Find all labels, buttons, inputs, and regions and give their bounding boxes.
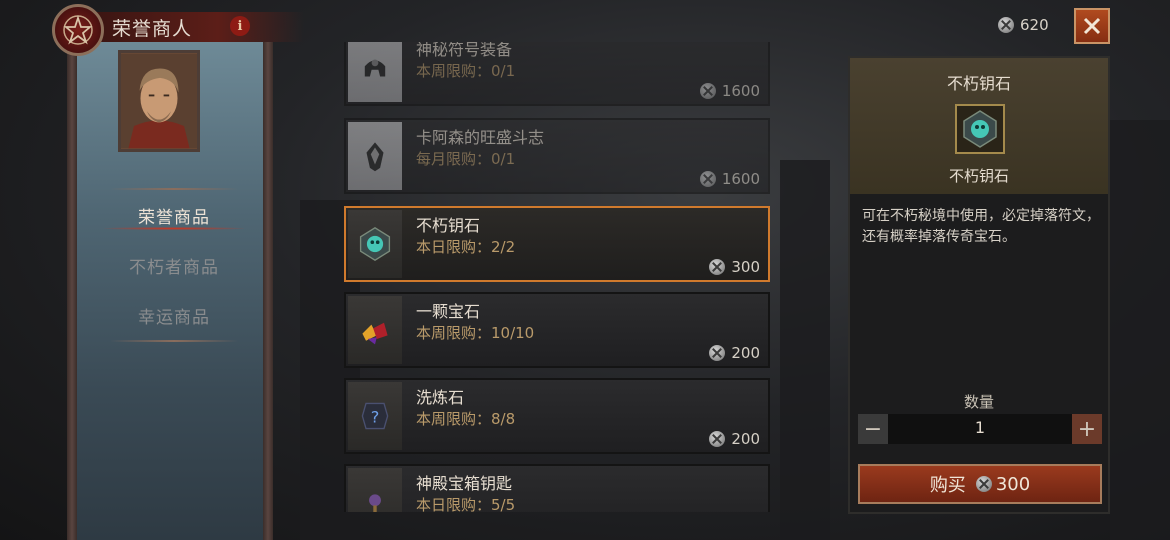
- merchant-portrait: [118, 50, 200, 152]
- list-item[interactable]: 神秘符号装备 本周限购：0/1 1600: [344, 42, 770, 106]
- detail-icon-name: 不朽钥石: [948, 167, 1009, 185]
- crest-icon: [348, 122, 402, 190]
- item-price: 300: [709, 258, 760, 276]
- key-stone-icon: [348, 210, 402, 278]
- item-name: 洗炼石: [416, 388, 465, 407]
- quantity-stepper: − 1 +: [858, 414, 1102, 444]
- item-name: 不朽钥石: [416, 216, 481, 235]
- list-item[interactable]: 卡阿森的旺盛斗志 每月限购：0/1 1600: [344, 118, 770, 194]
- item-price: 200: [709, 430, 760, 448]
- sidebar-divider: [110, 188, 238, 190]
- quantity-decrease-button[interactable]: −: [858, 414, 888, 444]
- buy-price: 300: [975, 474, 1030, 495]
- quantity-increase-button[interactable]: +: [1072, 414, 1102, 444]
- honor-coin-icon: [709, 345, 726, 361]
- merchant-emblem-icon: [52, 4, 104, 56]
- honor-coin-icon: [975, 476, 992, 492]
- item-name: 一颗宝石: [416, 302, 481, 321]
- item-limit: 本日限购：5/5: [416, 496, 516, 512]
- item-name: 卡阿森的旺盛斗志: [416, 128, 545, 147]
- title-bar: 荣誉商人: [90, 12, 304, 42]
- page-title: 荣誉商人: [112, 17, 193, 40]
- honor-currency: 620: [998, 16, 1049, 34]
- key-stone-icon: [955, 104, 1005, 154]
- item-name: 神秘符号装备: [416, 42, 513, 59]
- detail-header: 不朽钥石 不朽钥石: [850, 58, 1108, 194]
- info-icon[interactable]: i: [230, 16, 250, 36]
- gem-icon: [348, 296, 402, 364]
- sidebar-item-honor-goods[interactable]: 荣誉商品: [100, 198, 248, 232]
- item-price: 200: [709, 344, 760, 362]
- buy-label: 购买: [929, 475, 966, 496]
- helmet-icon: [348, 42, 402, 102]
- honor-coin-icon: [699, 171, 716, 187]
- list-item[interactable]: 一颗宝石 本周限购：10/10 200: [344, 292, 770, 368]
- chest-key-icon: [348, 468, 402, 512]
- honor-coin-icon: [709, 431, 726, 447]
- honor-coin-icon: [709, 259, 726, 275]
- item-list[interactable]: 神秘符号装备 本周限购：0/1 1600 卡阿森的旺盛斗志 每月限购：0/1 1…: [344, 42, 772, 512]
- item-limit: 每月限购：0/1: [416, 150, 516, 168]
- sidebar-item-lucky-goods[interactable]: 幸运商品: [100, 298, 248, 332]
- close-icon: [1083, 17, 1101, 35]
- list-item[interactable]: 神殿宝箱钥匙 本日限购：5/5: [344, 464, 770, 512]
- svg-text:?: ?: [371, 407, 380, 426]
- item-limit: 本周限购：0/1: [416, 62, 516, 80]
- detail-description: 可在不朽秘境中使用，必定掉落符文，还有概率掉落传奇宝石。: [862, 208, 1100, 245]
- quantity-label: 数量: [963, 393, 994, 411]
- buy-button[interactable]: 购买 300: [858, 464, 1102, 504]
- background-ruin: [1110, 120, 1170, 540]
- currency-amount: 620: [1020, 16, 1049, 34]
- honor-coin-icon: [998, 17, 1014, 33]
- list-item-selected[interactable]: 不朽钥石 本日限购：2/2 300: [344, 206, 770, 282]
- item-price: 1600: [699, 82, 760, 100]
- item-detail-panel: 不朽钥石 不朽钥石 可在不朽秘境中使用，必定掉落符文，还有概率掉落传奇宝石。 数…: [848, 56, 1110, 514]
- item-limit: 本周限购：8/8: [416, 410, 516, 428]
- honor-coin-icon: [699, 83, 716, 99]
- close-button[interactable]: [1074, 8, 1110, 44]
- item-limit: 本周限购：10/10: [416, 324, 535, 342]
- item-name: 神殿宝箱钥匙: [416, 474, 513, 493]
- detail-title: 不朽钥石: [946, 74, 1011, 93]
- sidebar-divider: [110, 340, 238, 342]
- background-ruin: [780, 160, 830, 540]
- list-item[interactable]: ? 洗炼石 本周限购：8/8 200: [344, 378, 770, 454]
- quantity-value[interactable]: 1: [888, 418, 1072, 437]
- item-limit: 本日限购：2/2: [416, 238, 516, 256]
- sidebar-item-immortal-goods[interactable]: 不朽者商品: [100, 248, 248, 282]
- reforge-stone-icon: ?: [348, 382, 402, 450]
- item-price: 1600: [699, 170, 760, 188]
